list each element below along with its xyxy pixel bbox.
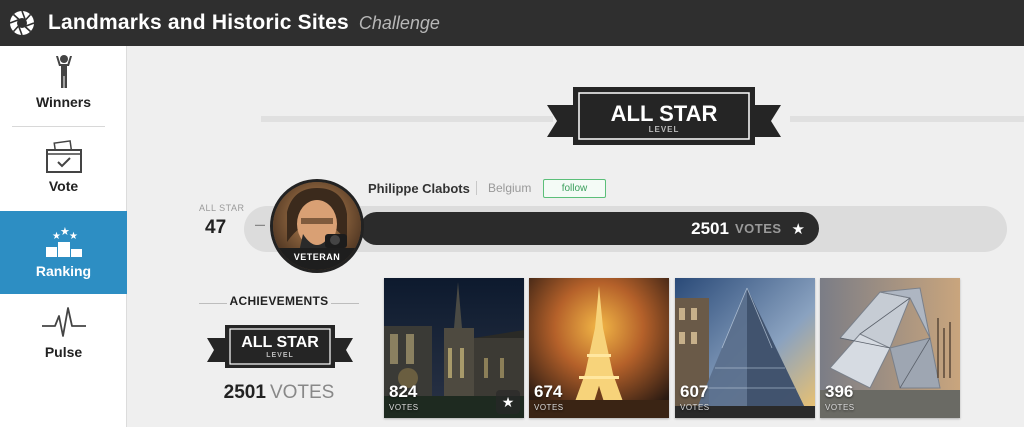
achievement-votes-label: VOTES (269, 382, 335, 403)
sidebar-item-vote[interactable]: Vote (0, 140, 127, 202)
rank-position: 47 (205, 217, 227, 238)
achievement-votes-value: 2501 (223, 382, 266, 403)
divider-line (261, 116, 553, 122)
trophy-person-icon (55, 55, 72, 88)
photo-card[interactable]: 396 VOTES (820, 278, 960, 418)
ballot-box-icon (45, 140, 82, 173)
app-logo-icon[interactable] (9, 10, 35, 36)
photo-card[interactable]: 824 VOTES ★ (384, 278, 524, 418)
star-icon[interactable]: ★ (496, 390, 520, 414)
divider-line (331, 303, 359, 304)
achievement-badge-title: ALL STAR (241, 334, 319, 351)
photo-card[interactable]: 674 VOTES (529, 278, 669, 418)
sidebar-item-label: Vote (48, 178, 79, 194)
user-country: Belgium (488, 181, 532, 195)
votes-bar: 2501 VOTES ★ (360, 212, 819, 245)
achievement-votes: 2501 VOTES (199, 382, 359, 404)
top-bar: Landmarks and Historic Sites Challenge (0, 0, 1024, 46)
photo-card[interactable]: 607 VOTES (675, 278, 815, 418)
star-icon: ★ (791, 220, 805, 238)
level-badge-sub: LEVEL (648, 125, 680, 134)
achievements-title: ACHIEVEMENTS (229, 294, 329, 308)
photo-votes-label: VOTES (389, 403, 419, 412)
photo-votes-label: VOTES (825, 403, 855, 412)
user-separator (476, 181, 477, 195)
sidebar-item-label: Winners (35, 94, 92, 110)
follow-button[interactable]: follow (543, 179, 606, 198)
page-title: Landmarks and Historic Sites (48, 11, 349, 34)
level-badge-title: ALL STAR (610, 101, 718, 126)
rank-category: ALL STAR (199, 203, 245, 213)
svg-text:★: ★ (69, 231, 78, 242)
photo-votes-label: VOTES (680, 403, 710, 412)
photo-votes-value: 607 (680, 382, 709, 401)
sidebar: Winners Vote ★ ★ ★ Ranking Pulse (0, 46, 136, 427)
photo-votes-label: VOTES (534, 403, 564, 412)
votes-label: VOTES (734, 221, 782, 236)
sidebar-divider (12, 126, 105, 127)
user-name[interactable]: Philippe Clabots (368, 181, 470, 196)
divider-line (790, 116, 1024, 122)
level-badge: ALL STAR LEVEL (547, 87, 781, 145)
avatar-rank-label: VETERAN (273, 248, 361, 270)
sidebar-item-ranking[interactable]: ★ ★ ★ Ranking (0, 211, 136, 294)
sidebar-item-winners[interactable]: Winners (0, 54, 127, 126)
podium-stars-icon: ★ ★ ★ (45, 227, 82, 257)
votes-value: 2501 (691, 218, 729, 238)
photo-votes-value: 674 (534, 382, 563, 401)
sidebar-item-label: Pulse (44, 344, 83, 360)
pulse-line-icon (41, 307, 86, 337)
sidebar-item-pulse[interactable]: Pulse (0, 304, 127, 370)
votes-bar-dash: – (255, 214, 266, 234)
achievement-badge-sub: LEVEL (266, 352, 294, 359)
avatar[interactable]: VETERAN (270, 179, 364, 273)
achievement-badge: ALL STAR LEVEL (207, 325, 353, 368)
photo-votes-value: 824 (389, 382, 418, 401)
main-content: ALL STAR LEVEL ALL STAR 47 – 2501 VOTES … (127, 46, 1024, 427)
sidebar-item-label: Ranking (35, 262, 92, 279)
page-subtitle: Challenge (358, 12, 440, 33)
photo-votes-value: 396 (825, 382, 854, 401)
